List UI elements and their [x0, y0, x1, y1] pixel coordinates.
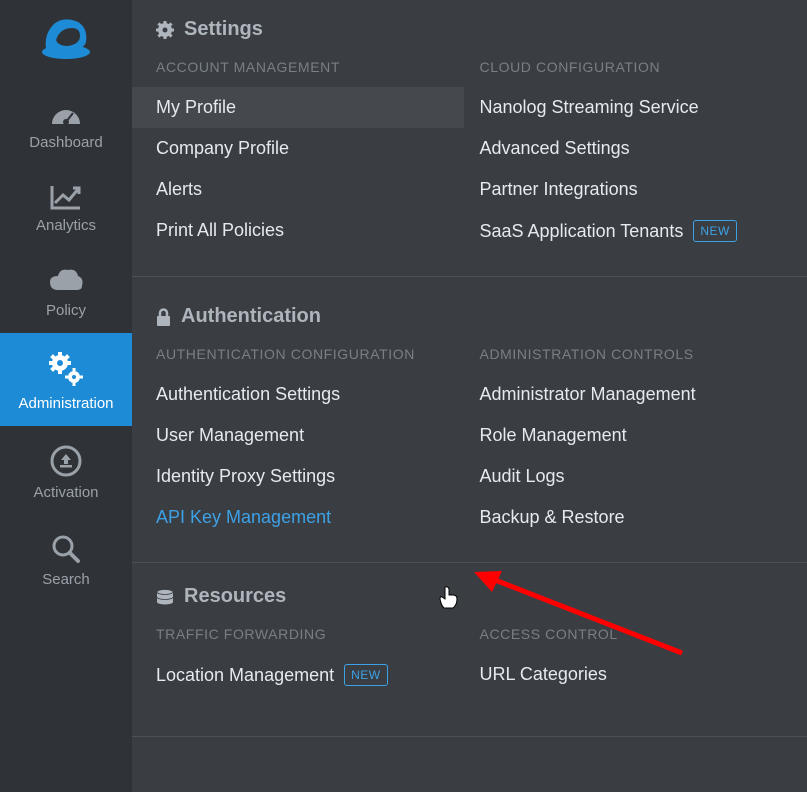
- subheader-traffic-forwarding: TRAFFIC FORWARDING: [156, 626, 460, 642]
- database-icon: [156, 589, 174, 605]
- badge-new: NEW: [344, 664, 388, 686]
- nav-label: Analytics: [36, 217, 96, 234]
- gauge-icon: [48, 98, 84, 128]
- subheader-account-management: ACCOUNT MANAGEMENT: [156, 59, 460, 75]
- menu-audit-logs[interactable]: Audit Logs: [480, 456, 784, 497]
- resources-left-col: TRAFFIC FORWARDING Location Management N…: [156, 626, 460, 696]
- gear-icon: [156, 21, 174, 39]
- auth-left-col: AUTHENTICATION CONFIGURATION Authenticat…: [156, 346, 460, 538]
- section-header-authentication: Authentication: [156, 305, 783, 328]
- upload-circle-icon: [49, 444, 83, 478]
- menu-company-profile[interactable]: Company Profile: [156, 128, 460, 169]
- menu-my-profile[interactable]: My Profile: [132, 87, 464, 128]
- section-resources: Resources TRAFFIC FORWARDING Location Ma…: [132, 563, 807, 737]
- main-panel: Settings ACCOUNT MANAGEMENT My Profile C…: [132, 0, 807, 792]
- section-header-settings: Settings: [156, 18, 783, 41]
- nav-items: Dashboard Analytics Policy: [0, 80, 132, 602]
- settings-left-col: ACCOUNT MANAGEMENT My Profile Company Pr…: [156, 59, 460, 252]
- badge-new: NEW: [693, 220, 737, 242]
- nav-label: Policy: [46, 302, 86, 319]
- menu-api-key-management[interactable]: API Key Management: [156, 497, 460, 538]
- subheader-auth-config: AUTHENTICATION CONFIGURATION: [156, 346, 460, 362]
- menu-backup-restore[interactable]: Backup & Restore: [480, 497, 784, 538]
- section-header-resources: Resources: [156, 585, 783, 608]
- menu-alerts[interactable]: Alerts: [156, 169, 460, 210]
- nav-search[interactable]: Search: [0, 515, 132, 602]
- menu-url-categories[interactable]: URL Categories: [480, 654, 784, 695]
- menu-location-management[interactable]: Location Management NEW: [156, 654, 460, 696]
- cloud-icon: [46, 266, 86, 296]
- chart-line-icon: [49, 183, 83, 211]
- nav-label: Dashboard: [29, 134, 102, 151]
- nav-label: Search: [42, 571, 90, 588]
- lock-icon: [156, 308, 171, 326]
- nav-label: Administration: [18, 395, 113, 412]
- menu-saas-tenants[interactable]: SaaS Application Tenants NEW: [480, 210, 784, 252]
- section-title: Authentication: [181, 305, 321, 328]
- menu-identity-proxy[interactable]: Identity Proxy Settings: [156, 456, 460, 497]
- nav-dashboard[interactable]: Dashboard: [0, 80, 132, 165]
- search-icon: [50, 533, 82, 565]
- nav-activation[interactable]: Activation: [0, 426, 132, 515]
- nav-analytics[interactable]: Analytics: [0, 165, 132, 248]
- nav-label: Activation: [33, 484, 98, 501]
- logo: [0, 0, 132, 80]
- sidebar: Dashboard Analytics Policy: [0, 0, 132, 792]
- section-authentication: Authentication AUTHENTICATION CONFIGURAT…: [132, 277, 807, 563]
- resources-right-col: ACCESS CONTROL URL Categories: [480, 626, 784, 696]
- menu-nanolog-streaming[interactable]: Nanolog Streaming Service: [480, 87, 784, 128]
- gears-icon: [46, 351, 86, 389]
- nav-administration[interactable]: Administration: [0, 333, 132, 426]
- subheader-admin-controls: ADMINISTRATION CONTROLS: [480, 346, 784, 362]
- menu-role-management[interactable]: Role Management: [480, 415, 784, 456]
- auth-right-col: ADMINISTRATION CONTROLS Administrator Ma…: [480, 346, 784, 538]
- menu-admin-management[interactable]: Administrator Management: [480, 374, 784, 415]
- settings-right-col: CLOUD CONFIGURATION Nanolog Streaming Se…: [480, 59, 784, 252]
- zscaler-logo-icon: [38, 14, 94, 60]
- menu-user-management[interactable]: User Management: [156, 415, 460, 456]
- menu-partner-integrations[interactable]: Partner Integrations: [480, 169, 784, 210]
- section-title: Resources: [184, 585, 286, 608]
- menu-auth-settings[interactable]: Authentication Settings: [156, 374, 460, 415]
- menu-print-all-policies[interactable]: Print All Policies: [156, 210, 460, 251]
- subheader-cloud-configuration: CLOUD CONFIGURATION: [480, 59, 784, 75]
- subheader-access-control: ACCESS CONTROL: [480, 626, 784, 642]
- section-title: Settings: [184, 18, 263, 41]
- section-settings: Settings ACCOUNT MANAGEMENT My Profile C…: [132, 18, 807, 277]
- menu-advanced-settings[interactable]: Advanced Settings: [480, 128, 784, 169]
- nav-policy[interactable]: Policy: [0, 248, 132, 333]
